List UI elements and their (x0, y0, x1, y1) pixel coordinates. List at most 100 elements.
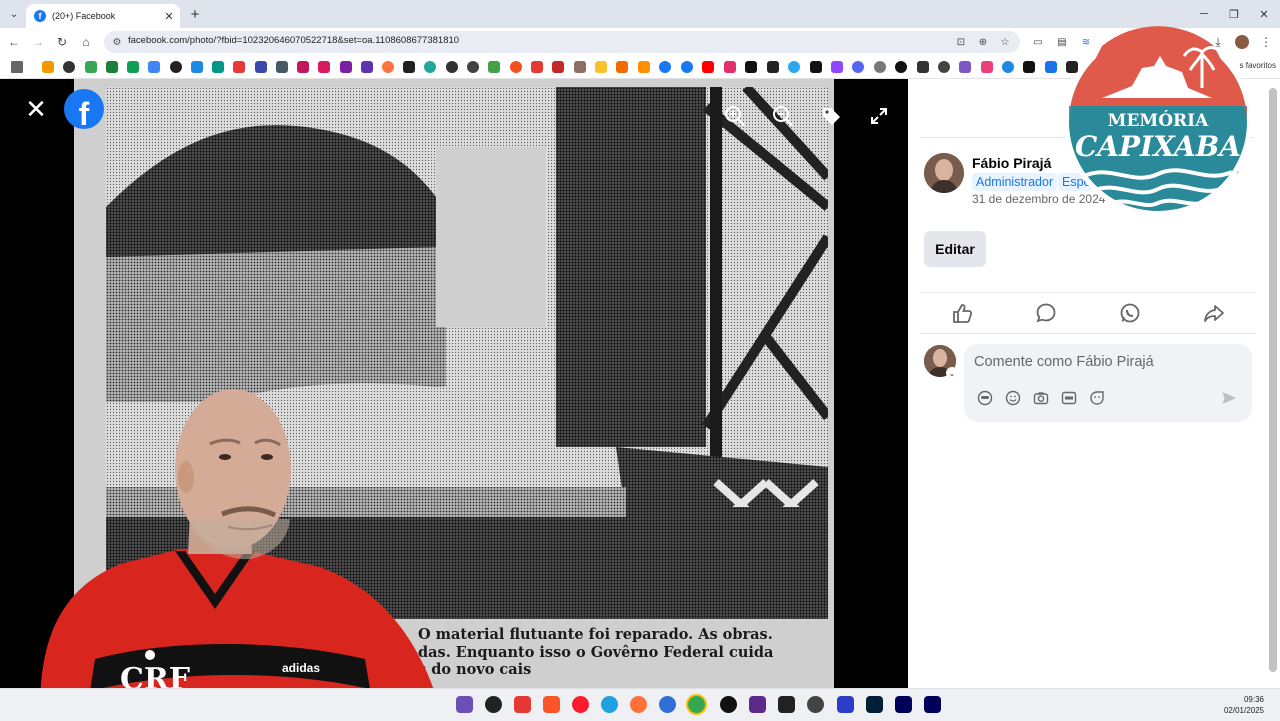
opera-icon[interactable] (572, 696, 589, 713)
apps-icon[interactable] (11, 61, 23, 73)
tab-facebook[interactable]: f (20+) Facebook ✕ (26, 4, 180, 28)
instagram-bookmark-icon[interactable] (724, 61, 736, 73)
bookmark-icon[interactable] (446, 61, 458, 73)
forward-icon[interactable]: → (28, 32, 48, 52)
extension-icon[interactable]: ▭ (1028, 32, 1048, 52)
tag-icon[interactable] (818, 103, 844, 129)
bookmark-star-icon[interactable]: ☆ (998, 35, 1012, 49)
bookmark-icon[interactable] (382, 61, 394, 73)
bookmark-icon[interactable] (531, 61, 543, 73)
taskbar-app-icon[interactable] (807, 696, 824, 713)
edit-button[interactable]: Editar (924, 231, 986, 267)
bookmark-icon[interactable] (340, 61, 352, 73)
taskbar-app-icon[interactable] (749, 696, 766, 713)
firefox-icon[interactable] (630, 696, 647, 713)
bookmark-icon[interactable] (106, 61, 118, 73)
home-icon[interactable]: ⌂ (76, 32, 96, 52)
x-bookmark-icon[interactable] (745, 61, 757, 73)
bookmark-icon[interactable] (488, 61, 500, 73)
bookmark-icon[interactable] (874, 61, 886, 73)
bookmark-icon[interactable] (318, 61, 330, 73)
bookmark-icon[interactable] (85, 61, 97, 73)
youtube-bookmark-icon[interactable] (702, 61, 714, 73)
brave-icon[interactable] (543, 696, 560, 713)
bookmark-icon[interactable] (297, 61, 309, 73)
taskbar-app-icon[interactable] (456, 696, 473, 713)
bookmark-icon[interactable] (276, 61, 288, 73)
close-window-button[interactable]: ✕ (1250, 4, 1278, 24)
bookmark-icon[interactable] (148, 61, 160, 73)
new-tab-button[interactable]: + (186, 5, 204, 23)
taskbar-app-icon[interactable] (778, 696, 795, 713)
site-info-icon[interactable]: ⚙ (110, 35, 124, 49)
comment-icon[interactable] (1033, 301, 1059, 325)
taskbar-app-icon[interactable] (659, 696, 676, 713)
taskbar-app-icon[interactable] (837, 696, 854, 713)
bookmark-icon[interactable] (212, 61, 224, 73)
bookmark-icon[interactable] (767, 61, 779, 73)
audition-icon[interactable] (924, 696, 941, 713)
bookmark-icon[interactable] (981, 61, 993, 73)
bookmark-icon[interactable] (424, 61, 436, 73)
tiktok-bookmark-icon[interactable] (810, 61, 822, 73)
comment-input[interactable]: Comente como Fábio Pirajá (964, 344, 1252, 422)
bookmark-icon[interactable] (1045, 61, 1057, 73)
url-text[interactable]: facebook.com/photo/?fbid=102320646070522… (128, 35, 459, 46)
edge-icon[interactable] (601, 696, 618, 713)
back-icon[interactable]: ← (4, 32, 24, 52)
address-bar[interactable]: ⚙ facebook.com/photo/?fbid=1023206460705… (104, 31, 1020, 53)
zoom-out-icon[interactable] (770, 103, 796, 129)
tab-close-icon[interactable]: ✕ (162, 10, 176, 23)
scrollbar[interactable] (1269, 88, 1277, 672)
bookmark-icon[interactable] (595, 61, 607, 73)
system-clock[interactable]: 09:36 02/01/2025 (1224, 694, 1264, 716)
install-app-icon[interactable]: ⊡ (954, 35, 968, 49)
author-name[interactable]: Fábio Pirajá (972, 155, 1051, 171)
close-icon[interactable]: ✕ (22, 94, 50, 124)
bookmark-icon[interactable] (938, 61, 950, 73)
sticker-icon[interactable] (1088, 389, 1106, 407)
bookmark-icon[interactable] (852, 61, 864, 73)
vivaldi-icon[interactable] (514, 696, 531, 713)
bookmark-icon[interactable] (917, 61, 929, 73)
restore-button[interactable]: ❐ (1220, 4, 1248, 24)
menu-icon[interactable]: ⋮ (1256, 32, 1276, 52)
comment-placeholder[interactable]: Comente como Fábio Pirajá (974, 354, 1154, 370)
twitch-bookmark-icon[interactable] (831, 61, 843, 73)
zoom-in-icon[interactable] (722, 103, 748, 129)
share-icon[interactable] (1201, 301, 1227, 325)
zoom-icon[interactable]: ⊕ (976, 35, 990, 49)
bookmark-icon[interactable] (959, 61, 971, 73)
audition-icon[interactable] (895, 696, 912, 713)
facebook-logo[interactable]: f (64, 89, 104, 129)
bookmark-icon[interactable] (510, 61, 522, 73)
author-avatar[interactable] (924, 153, 964, 193)
bookmark-icon[interactable] (552, 61, 564, 73)
bookmark-icon[interactable] (233, 61, 245, 73)
taskbar-app-icon[interactable] (720, 696, 737, 713)
bookmark-icon[interactable] (127, 61, 139, 73)
facebook-bookmark-icon[interactable] (659, 61, 671, 73)
whatsapp-icon[interactable] (1117, 301, 1143, 325)
bookmark-icon[interactable] (1023, 61, 1035, 73)
bookmark-icon[interactable] (895, 61, 907, 73)
camera-icon[interactable] (1032, 389, 1050, 407)
bookmark-icon[interactable] (616, 61, 628, 73)
photoshop-icon[interactable] (866, 696, 883, 713)
like-icon[interactable] (949, 301, 975, 325)
bookmark-icon[interactable] (467, 61, 479, 73)
tab-search-button[interactable]: ⌄ (4, 4, 24, 24)
reload-icon[interactable]: ↻ (52, 32, 72, 52)
gif-icon[interactable] (1060, 389, 1078, 407)
bookmark-icon[interactable] (255, 61, 267, 73)
bookmark-icon[interactable] (574, 61, 586, 73)
facebook-bookmark-icon[interactable] (681, 61, 693, 73)
telegram-bookmark-icon[interactable] (788, 61, 800, 73)
chrome-icon[interactable] (688, 696, 705, 713)
bookmark-icon[interactable] (170, 61, 182, 73)
bookmark-icon[interactable] (42, 61, 54, 73)
avatar-sticker-icon[interactable] (976, 389, 994, 407)
send-icon[interactable] (1220, 389, 1238, 407)
bookmark-icon[interactable] (403, 61, 415, 73)
emoji-icon[interactable] (1004, 389, 1022, 407)
